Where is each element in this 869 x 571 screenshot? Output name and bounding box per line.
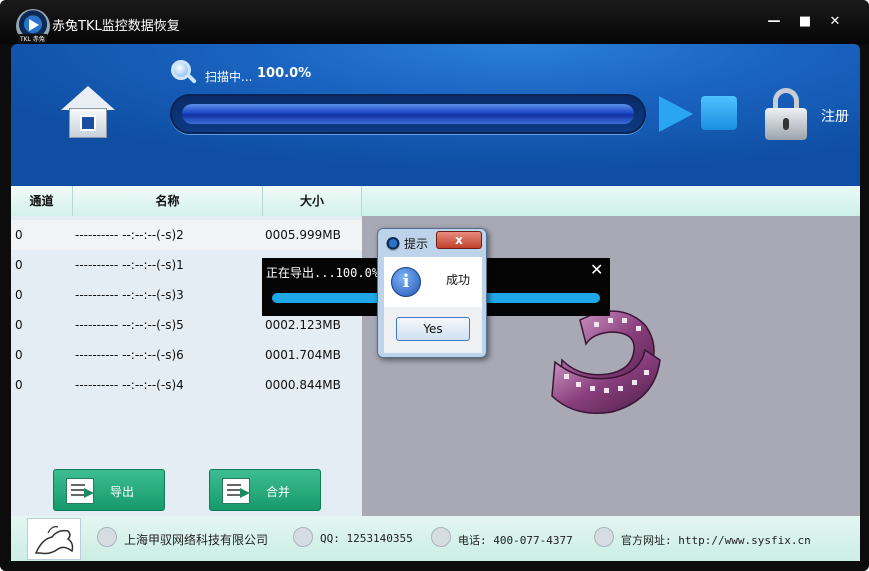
row-channel: 0 (15, 288, 23, 302)
export-button-label: 导出 (109, 485, 134, 499)
app-logo-icon: TKL 赤兔 (16, 9, 50, 43)
table-row[interactable]: 0 ---------- --:--:--(-s)4 0000.844MB (11, 370, 362, 400)
scan-progress-fill (182, 104, 634, 124)
company-name: 上海甲驭网络科技有限公司 (124, 533, 269, 547)
title-bar[interactable]: TKL 赤兔 赤兔TKL监控数据恢复 — ■ ✕ (0, 0, 869, 44)
table-row[interactable]: 0 ---------- --:--:--(-s)6 0001.704MB (11, 340, 362, 370)
column-header-name[interactable]: 名称 (73, 186, 263, 216)
row-name: ---------- --:--:--(-s)1 (75, 258, 184, 272)
row-channel: 0 (15, 378, 23, 392)
globe-icon (594, 527, 614, 547)
film-reel-icon (551, 310, 661, 415)
row-size: 0005.999MB (265, 228, 341, 242)
dialog-app-icon (386, 237, 400, 251)
row-name: ---------- --:--:--(-s)4 (75, 378, 184, 392)
row-name: ---------- --:--:--(-s)2 (75, 228, 184, 242)
row-channel: 0 (15, 348, 23, 362)
search-icon (171, 60, 197, 86)
footer-bar: 上海甲驭网络科技有限公司 QQ: 1253140355 电话: 400-077-… (11, 516, 860, 561)
file-list-panel: 通道 名称 大小 0 ---------- --:--:--(-s)2 0005… (11, 186, 362, 516)
row-channel: 0 (15, 318, 23, 332)
export-close-icon[interactable]: ✕ (590, 260, 603, 279)
home-button[interactable] (61, 86, 115, 140)
scan-progress-bar (170, 94, 646, 134)
website-link[interactable]: 官方网址: http://www.sysfix.cn (621, 532, 811, 548)
row-size: 0001.704MB (265, 348, 341, 362)
row-size: 0002.123MB (265, 318, 341, 332)
dialog-title: 提示 (404, 237, 429, 251)
app-logo-tag: TKL 赤兔 (18, 34, 47, 43)
message-dialog: 提示 x i 成功 Yes (377, 228, 487, 358)
maximize-button[interactable]: ■ (796, 14, 814, 30)
table-row[interactable]: 0 ---------- --:--:--(-s)2 0005.999MB (11, 220, 362, 250)
header-panel: 扫描中... 100.0% 注册 (11, 44, 860, 186)
export-button[interactable]: 导出 (53, 469, 165, 511)
window-title: 赤兔TKL监控数据恢复 (52, 19, 180, 34)
dialog-message: 成功 (446, 273, 471, 287)
phone-number: 电话: 400-077-4377 (458, 534, 573, 547)
scan-status-label: 扫描中... (205, 70, 253, 84)
register-link[interactable]: 注册 (821, 106, 849, 126)
row-size: 0000.844MB (265, 378, 341, 392)
stop-button[interactable] (701, 96, 737, 130)
app-window: TKL 赤兔 赤兔TKL监控数据恢复 — ■ ✕ 扫描中... 100.0% 注… (0, 0, 869, 571)
export-progress-label: 正在导出...100.0% (266, 266, 380, 280)
column-header-channel[interactable]: 通道 (11, 186, 73, 216)
lock-icon[interactable] (765, 88, 807, 140)
yes-button[interactable]: Yes (396, 317, 470, 341)
row-name: ---------- --:--:--(-s)5 (75, 318, 184, 332)
qq-icon (293, 527, 313, 547)
info-icon: i (391, 267, 421, 297)
row-name: ---------- --:--:--(-s)6 (75, 348, 184, 362)
play-button[interactable] (659, 96, 693, 132)
play-glyph-icon (29, 19, 39, 31)
home-roof (61, 86, 115, 110)
row-name: ---------- --:--:--(-s)3 (75, 288, 184, 302)
row-channel: 0 (15, 258, 23, 272)
row-channel: 0 (15, 228, 23, 242)
column-header-size[interactable]: 大小 (263, 186, 362, 216)
building-icon (97, 527, 117, 547)
phone-icon (431, 527, 451, 547)
scan-percent: 100.0% (257, 66, 312, 81)
home-door (80, 115, 96, 131)
merge-button[interactable]: 合并 (209, 469, 321, 511)
dialog-close-button[interactable]: x (436, 231, 482, 249)
close-button[interactable]: ✕ (826, 14, 844, 30)
window-bottom-border (0, 561, 869, 571)
qq-number: QQ: 1253140355 (320, 532, 413, 545)
merge-button-label: 合并 (265, 485, 290, 499)
minimize-button[interactable]: — (765, 14, 783, 30)
company-logo-icon (27, 518, 81, 560)
